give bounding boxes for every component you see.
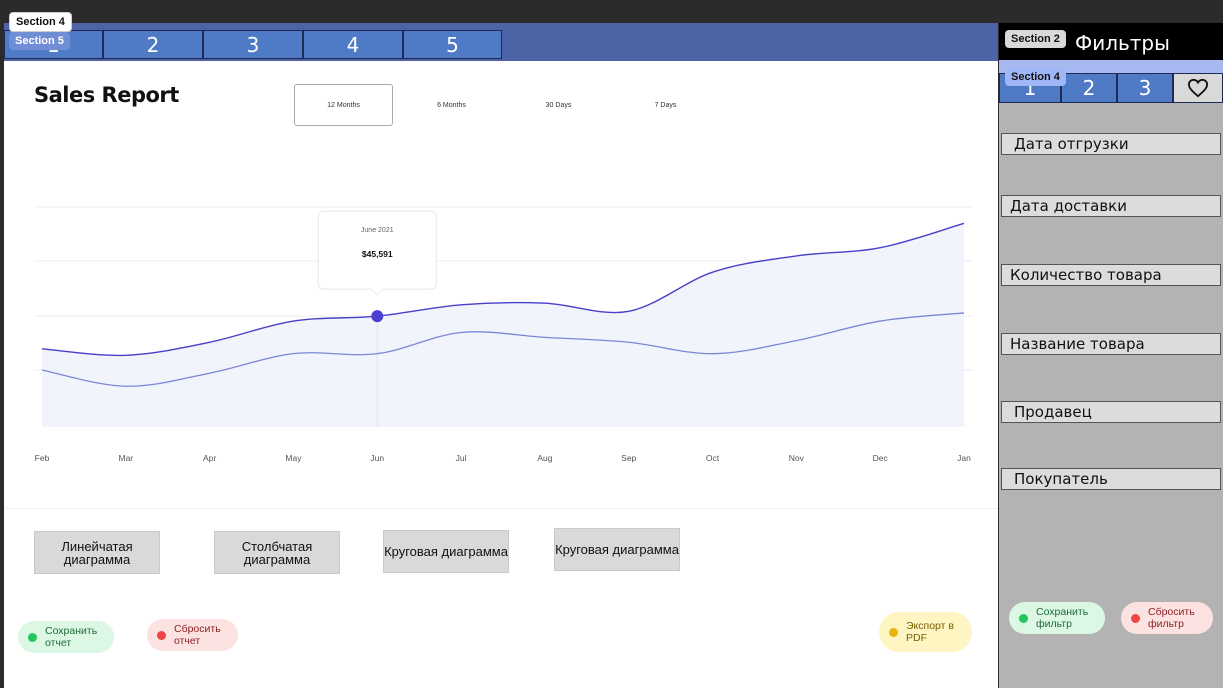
section-tab-2[interactable]: 2 bbox=[103, 30, 203, 59]
x-tick-label: Sep bbox=[621, 453, 636, 463]
pie-chart-button-2[interactable]: Круговая диаграмма bbox=[554, 528, 680, 571]
x-tick-label: Oct bbox=[706, 453, 720, 463]
section-tab-4[interactable]: 4 bbox=[303, 30, 403, 59]
reset-report-button[interactable]: Сбросить отчет bbox=[147, 619, 238, 651]
x-tick-label: Dec bbox=[873, 453, 889, 463]
reset-filter-button[interactable]: Сбросить фильтр bbox=[1121, 602, 1213, 634]
filter-ship-date[interactable]: Дата отгрузки bbox=[1001, 133, 1221, 155]
export-pdf-label: Экспорт в PDF bbox=[906, 620, 954, 644]
reset-status-dot bbox=[157, 630, 166, 640]
save-filter-button[interactable]: Сохранить фильтр bbox=[1009, 602, 1105, 634]
save-report-button[interactable]: Сохранить отчет bbox=[18, 621, 114, 653]
favorite-tab[interactable] bbox=[1173, 73, 1223, 103]
x-tick-label: Nov bbox=[789, 453, 805, 463]
section-tab-bar: 1 2 3 4 5 bbox=[4, 23, 998, 61]
main-panel: 1 2 3 4 5 Sales Report 12 Months 6 Month… bbox=[4, 23, 998, 688]
filter-seller[interactable]: Продавец bbox=[1001, 401, 1221, 423]
sales-report-card: Sales Report 12 Months 6 Months 30 Days … bbox=[4, 61, 998, 509]
filter-tab-3[interactable]: 3 bbox=[1117, 73, 1173, 103]
filters-panel: Section 2 Фильтры 1 2 3 Section 4 Дата о… bbox=[999, 23, 1223, 688]
bar-chart-button[interactable]: Столбчатая диаграмма bbox=[214, 531, 340, 574]
sales-area-chart: June 2021 $45,591 Feb Mar Apr May Jun Jul Aug Sep… bbox=[34, 206, 972, 463]
export-status-dot bbox=[889, 627, 898, 637]
tooltip-date: June 2021 bbox=[361, 227, 394, 234]
save-status-dot bbox=[28, 632, 37, 642]
filter-tabs-section-label: Section 4 bbox=[1005, 68, 1066, 86]
filter-tab-bar: 1 2 3 Section 4 bbox=[999, 60, 1223, 103]
tooltip-value: $45,591 bbox=[362, 249, 393, 259]
x-tick-label: Apr bbox=[203, 453, 216, 463]
filter-tab-2[interactable]: 2 bbox=[1061, 73, 1117, 103]
pie-chart-button[interactable]: Круговая диаграмма bbox=[383, 530, 509, 573]
filter-delivery-date[interactable]: Дата доставки bbox=[1001, 195, 1221, 217]
area-fill bbox=[42, 223, 964, 427]
x-tick-label: Mar bbox=[118, 453, 133, 463]
save-filter-dot bbox=[1019, 613, 1028, 623]
save-report-label: Сохранить отчет bbox=[45, 625, 98, 649]
heart-icon bbox=[1187, 78, 1209, 98]
save-filter-label: Сохранить фильтр bbox=[1036, 606, 1089, 630]
x-tick-label: Feb bbox=[35, 453, 50, 463]
line-chart-button[interactable]: Линейчатая диаграмма bbox=[34, 531, 160, 574]
export-pdf-button[interactable]: Экспорт в PDF bbox=[879, 612, 972, 652]
x-tick-label: Jan bbox=[957, 453, 971, 463]
filter-quantity[interactable]: Количество товара bbox=[1001, 264, 1221, 286]
reset-filter-label: Сбросить фильтр bbox=[1148, 606, 1195, 630]
x-tick-label: Aug bbox=[537, 453, 552, 463]
section-label-top: Section 4 bbox=[9, 12, 72, 32]
x-tick-label: Jul bbox=[456, 453, 467, 463]
filters-title: Фильтры bbox=[1075, 31, 1170, 55]
filters-section-label: Section 2 bbox=[1005, 30, 1066, 48]
filters-header: Section 2 Фильтры bbox=[999, 23, 1223, 60]
x-tick-label: Jun bbox=[370, 453, 384, 463]
section-tab-5[interactable]: 5 bbox=[403, 30, 502, 59]
section-tab-3[interactable]: 3 bbox=[203, 30, 303, 59]
reset-filter-dot bbox=[1131, 613, 1140, 623]
window-top-strip bbox=[0, 0, 1223, 22]
highlight-point[interactable] bbox=[371, 310, 384, 323]
section-label-secondary: Section 5 bbox=[9, 32, 70, 50]
chart-tooltip: June 2021 $45,591 bbox=[317, 210, 437, 296]
reset-report-label: Сбросить отчет bbox=[174, 623, 221, 647]
filter-buyer[interactable]: Покупатель bbox=[1001, 468, 1221, 490]
x-tick-label: May bbox=[285, 453, 302, 463]
filter-product-name[interactable]: Название товара bbox=[1001, 333, 1221, 355]
